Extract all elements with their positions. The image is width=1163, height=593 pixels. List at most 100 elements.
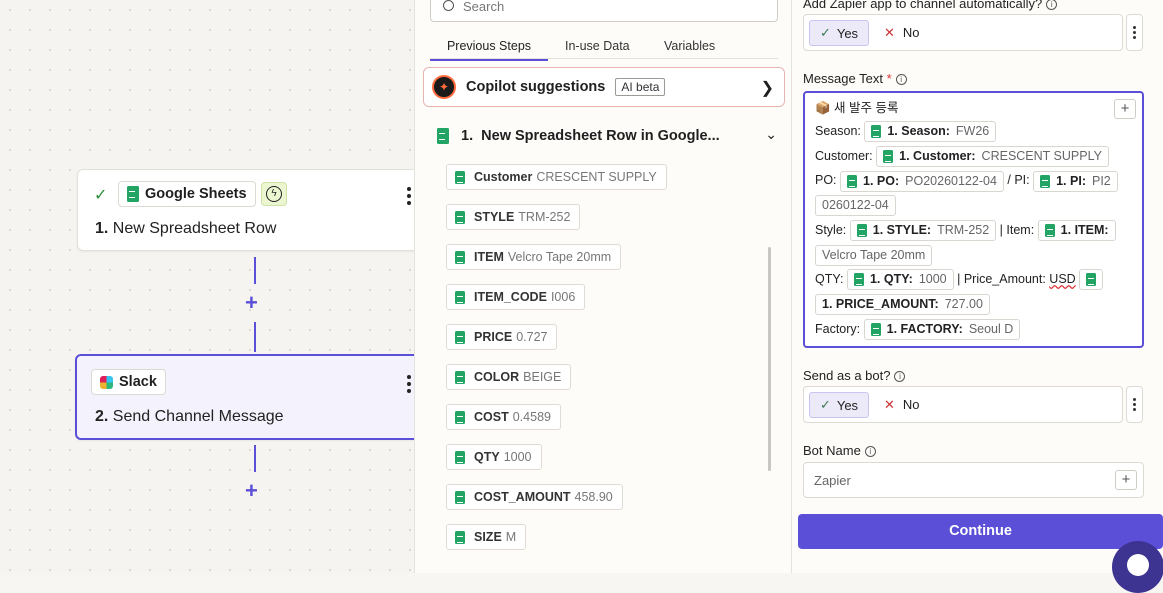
field-size[interactable]: SIZE M (446, 524, 527, 550)
add-app-toggle: ✓ Yes ✕ No (803, 14, 1123, 51)
field-cost-amount[interactable]: COST_AMOUNT 458.90 (446, 484, 623, 510)
add-app-label: Add Zapier app to channel automatically?… (803, 0, 1058, 11)
google-sheets-icon (455, 210, 465, 224)
google-sheets-icon (856, 224, 867, 238)
google-sheets-icon (1040, 174, 1051, 188)
node-menu-icon[interactable] (407, 187, 411, 208)
message-text-editor[interactable]: + 📦 새 발주 등록 Season: 1. Season: FW26 Custo… (803, 91, 1144, 348)
google-sheets-icon (455, 530, 465, 544)
google-sheets-icon (455, 170, 465, 184)
google-sheets-icon (455, 490, 465, 504)
copilot-icon: ✦ (432, 75, 456, 99)
chevron-right-icon: ❯ (760, 80, 774, 97)
node-menu-icon[interactable] (407, 375, 411, 396)
data-pill-factory[interactable]: 1. FACTORY: Seoul D (863, 318, 1021, 340)
close-icon: ✕ (884, 397, 895, 412)
close-icon: ✕ (884, 25, 895, 40)
app-chip-slack: Slack (91, 369, 166, 395)
data-pill-item[interactable]: 1. ITEM: (1037, 220, 1116, 242)
field-customer[interactable]: Customer CRESCENT SUPPLY (446, 164, 667, 190)
info-icon: i (894, 371, 906, 383)
step-config-form: Add Zapier app to channel automatically?… (792, 0, 1163, 573)
info-icon: i (864, 446, 876, 458)
field-menu-icon[interactable] (1126, 386, 1143, 423)
data-picker-panel: Search Previous Steps In-use Data Variab… (414, 0, 792, 573)
no-option[interactable]: ✕ No (884, 25, 920, 41)
data-pill-price-icon[interactable] (1079, 269, 1104, 291)
google-sheets-icon (1086, 273, 1097, 287)
chevron-down-icon: ⌄ (765, 126, 777, 142)
step-node-slack[interactable]: Slack 2. Send Channel Message (75, 354, 427, 440)
field-style[interactable]: STYLE TRM-252 (446, 204, 581, 230)
data-pill-qty[interactable]: 1. QTY: 1000 (846, 269, 954, 291)
info-icon: i (895, 74, 907, 86)
google-sheets-icon (883, 149, 894, 163)
tab-previous-steps[interactable]: Previous Steps (430, 39, 548, 61)
google-sheets-icon (455, 290, 465, 304)
google-sheets-icon (127, 186, 139, 202)
trigger-bolt-icon: ϟ (261, 182, 287, 206)
google-sheets-icon (853, 273, 864, 287)
node-title: 1. New Spreadsheet Row (95, 220, 277, 237)
send-as-bot-toggle: ✓ Yes ✕ No (803, 386, 1123, 423)
send-as-bot-label: Send as a bot? i (803, 368, 906, 383)
google-sheets-icon (437, 128, 449, 144)
field-menu-icon[interactable] (1126, 14, 1143, 51)
ai-beta-badge: AI beta (615, 78, 666, 96)
field-cost[interactable]: COST 0.4589 (446, 404, 561, 430)
data-pill-customer[interactable]: 1. Customer: CRESCENT SUPPLY (876, 145, 1109, 167)
data-pill-po[interactable]: 1. PO: PO20260122-04 (840, 170, 1004, 192)
copilot-suggestions[interactable]: ✦ Copilot suggestions AI beta ❯ (423, 67, 785, 107)
field-qty[interactable]: QTY 1000 (446, 444, 542, 470)
slack-icon (100, 375, 113, 389)
data-tabs: Previous Steps In-use Data Variables (430, 37, 778, 61)
app-chip-google-sheets: Google Sheets (118, 181, 256, 207)
chat-widget-icon[interactable] (1112, 541, 1163, 593)
field-item-code[interactable]: ITEM_CODE I006 (446, 284, 586, 310)
google-sheets-icon (455, 450, 465, 464)
data-pill-season[interactable]: 1. Season: FW26 (864, 121, 997, 143)
google-sheets-icon (455, 250, 465, 264)
bot-name-label: Bot Name i (803, 443, 876, 458)
tab-in-use-data[interactable]: In-use Data (565, 39, 630, 59)
check-icon: ✓ (94, 187, 108, 204)
info-icon: i (1046, 0, 1058, 11)
insert-data-plus-icon[interactable]: + (1115, 470, 1137, 490)
data-pill-pi-cont[interactable]: 0260122-04 (815, 195, 896, 217)
data-pill-price-amount[interactable]: 1. PRICE_AMOUNT: 727.00 (815, 294, 990, 316)
panel-scrollbar[interactable] (768, 247, 771, 471)
message-text-label: Message Text * i (803, 71, 907, 86)
step-section-header[interactable]: 1. New Spreadsheet Row in Google... ⌄ (437, 124, 777, 148)
tab-variables[interactable]: Variables (664, 39, 715, 59)
data-pill-style[interactable]: 1. STYLE: TRM-252 (849, 220, 997, 242)
field-color[interactable]: COLOR BEIGE (446, 364, 572, 390)
field-item[interactable]: ITEM Velcro Tape 20mm (446, 244, 622, 270)
bot-name-input[interactable]: Zapier + (803, 462, 1144, 498)
google-sheets-icon (870, 322, 881, 336)
add-step-plus-icon[interactable]: + (245, 292, 258, 314)
google-sheets-icon (455, 410, 465, 424)
search-input[interactable]: Search (430, 0, 778, 22)
check-icon: ✓ (819, 397, 831, 412)
connector-line (254, 322, 256, 352)
connector-line (254, 445, 256, 472)
data-pill-pi[interactable]: 1. PI: PI2 (1033, 170, 1118, 192)
yes-option[interactable]: ✓ Yes (809, 392, 869, 418)
field-price[interactable]: PRICE 0.727 (446, 324, 558, 350)
step-node-google-sheets[interactable]: ✓ Google Sheets ϟ 1. New Spreadsheet Row (77, 169, 427, 251)
google-sheets-icon (455, 330, 465, 344)
add-step-plus-icon[interactable]: + (245, 480, 258, 502)
continue-button[interactable]: Continue (798, 514, 1163, 549)
insert-data-plus-icon[interactable]: + (1114, 99, 1136, 119)
data-pill-item-cont[interactable]: Velcro Tape 20mm (815, 244, 933, 266)
connector-line (254, 257, 256, 284)
no-option[interactable]: ✕ No (884, 397, 920, 413)
google-sheets-icon (455, 370, 465, 384)
google-sheets-icon (847, 174, 858, 188)
node-title: 2. Send Channel Message (95, 408, 284, 425)
google-sheets-icon (1044, 224, 1055, 238)
yes-option[interactable]: ✓ Yes (809, 20, 869, 46)
google-sheets-icon (871, 125, 882, 139)
workflow-canvas[interactable] (0, 0, 420, 573)
check-icon: ✓ (819, 25, 831, 40)
